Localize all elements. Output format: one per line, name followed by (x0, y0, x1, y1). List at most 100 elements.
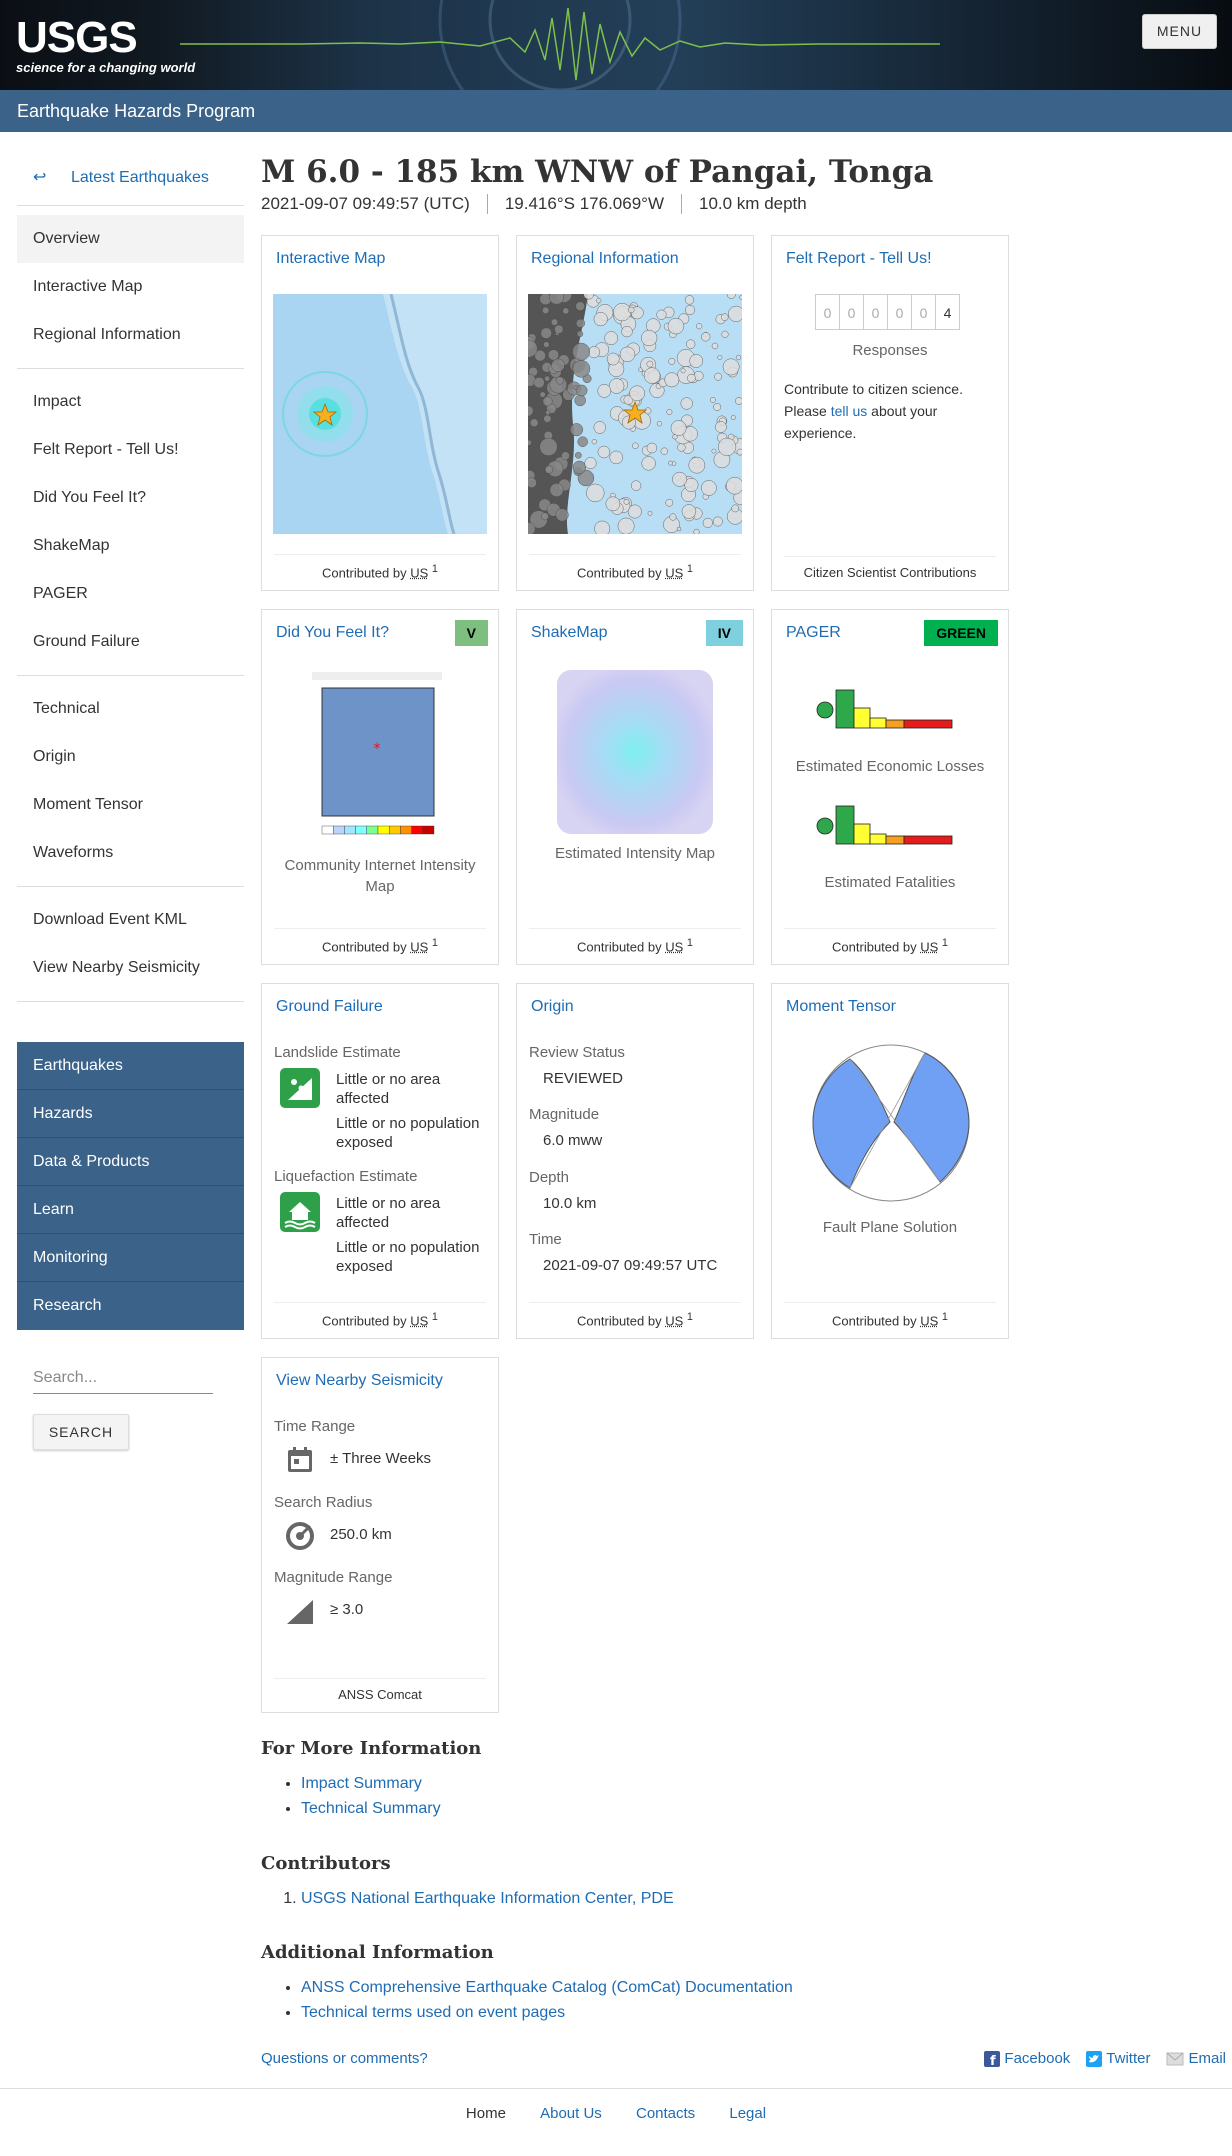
twitter-share[interactable]: Twitter (1086, 2050, 1150, 2067)
nav-learn[interactable]: Learn (17, 1186, 244, 1234)
back-to-latest-earthquakes[interactable]: ↩ Latest Earthquakes (17, 155, 244, 201)
sidebar-item-waveforms[interactable]: Waveforms (17, 829, 244, 877)
contributor-ref[interactable]: 1 (687, 563, 693, 575)
nearby-seismicity-card[interactable]: View Nearby Seismicity Time Range ± Thre… (261, 1357, 499, 1713)
responses-label: Responses (852, 342, 928, 359)
contributor-ref[interactable]: 1 (432, 937, 438, 949)
tell-us-link[interactable]: tell us (831, 403, 868, 419)
moment-tensor-link[interactable]: Moment Tensor (786, 998, 896, 1016)
facebook-link[interactable]: Facebook (1004, 2050, 1070, 2067)
origin-link[interactable]: Origin (531, 998, 574, 1016)
sidebar-item-dyfi[interactable]: Did You Feel It? (17, 474, 244, 522)
page-footer-links: Questions or comments? f Facebook Twitter… (261, 2050, 1226, 2067)
nav-monitoring[interactable]: Monitoring (17, 1234, 244, 1282)
fault-plane-caption: Fault Plane Solution (822, 1219, 958, 1236)
contributor-abbr[interactable]: US (410, 565, 428, 580)
origin-card[interactable]: Origin Review Status REVIEWED Magnitude … (516, 983, 754, 1339)
nav-hazards[interactable]: Hazards (17, 1090, 244, 1138)
shakemap-link[interactable]: ShakeMap (531, 624, 608, 642)
nav-data-products[interactable]: Data & Products (17, 1138, 244, 1186)
email-link[interactable]: Email (1188, 2050, 1226, 2067)
intensity-scale-cell (321, 825, 334, 835)
contributor-abbr[interactable]: US (665, 1313, 683, 1328)
regional-information-card[interactable]: Regional Information Contributed by US 1 (516, 235, 754, 591)
nearby-seismicity-link[interactable]: View Nearby Seismicity (276, 1372, 443, 1390)
dyfi-link[interactable]: Did You Feel It? (276, 624, 389, 642)
contributor-abbr[interactable]: US (665, 939, 683, 954)
contributor-abbr[interactable]: US (920, 939, 938, 954)
questions-link[interactable]: Questions or comments? (261, 2050, 428, 2067)
seismicity-dot (629, 385, 645, 402)
contributor-ref[interactable]: 1 (687, 937, 693, 949)
menu-button[interactable]: MENU (1142, 14, 1217, 49)
regional-information-link[interactable]: Regional Information (531, 250, 679, 268)
twitter-link[interactable]: Twitter (1106, 2050, 1150, 2067)
sidebar-item-download-kml[interactable]: Download Event KML (17, 896, 244, 944)
sidebar-item-pager[interactable]: PAGER (17, 570, 244, 618)
shakemap-caption: Estimated Intensity Map (554, 845, 716, 862)
shakemap-thumbnail[interactable] (555, 668, 715, 836)
search-input[interactable] (33, 1362, 213, 1394)
site-nav: Earthquakes Hazards Data & Products Lear… (17, 1042, 244, 1330)
contributor-abbr[interactable]: US (410, 1313, 428, 1328)
interactive-map-thumbnail[interactable] (273, 294, 487, 534)
dyfi-card[interactable]: Did You Feel It? V * Community Internet … (261, 609, 499, 965)
contributor-abbr[interactable]: US (665, 565, 683, 580)
contributor-ref[interactable]: 1 (432, 563, 438, 575)
pager-card[interactable]: PAGER GREEN Estimated Economic Losses Es… (771, 609, 1009, 965)
moment-tensor-footer: Contributed by US 1 (784, 1301, 996, 1328)
footer-contacts-link[interactable]: Contacts (636, 2105, 695, 2122)
sidebar-item-overview[interactable]: Overview (17, 215, 244, 263)
search-button[interactable]: SEARCH (33, 1414, 129, 1450)
interactive-map-card[interactable]: Interactive Map Contributed by US 1 (261, 235, 499, 591)
contributor-ref[interactable]: 1 (942, 1311, 948, 1323)
dyfi-map-thumbnail[interactable]: * (312, 670, 442, 840)
contributor-ref[interactable]: 1 (942, 937, 948, 949)
footer-legal-link[interactable]: Legal (729, 2105, 766, 2122)
sidebar-item-impact[interactable]: Impact (17, 378, 244, 426)
technical-summary-link[interactable]: Technical Summary (301, 1800, 441, 1817)
left-arrow-icon: ↩ (33, 169, 47, 186)
email-share[interactable]: Email (1166, 2050, 1226, 2067)
impact-summary-link[interactable]: Impact Summary (301, 1775, 422, 1792)
email-icon (1166, 2052, 1184, 2065)
moment-tensor-card[interactable]: Moment Tensor Fault Plane Solution Contr… (771, 983, 1009, 1339)
nav-research[interactable]: Research (17, 1282, 244, 1330)
contributor-abbr[interactable]: US (920, 1313, 938, 1328)
ground-failure-card[interactable]: Ground Failure Landslide Estimate Little… (261, 983, 499, 1339)
sidebar-item-regional-information[interactable]: Regional Information (17, 311, 244, 359)
technical-terms-link[interactable]: Technical terms used on event pages (301, 2004, 565, 2021)
contributor-link[interactable]: USGS National Earthquake Information Cen… (301, 1890, 674, 1907)
sidebar-item-technical[interactable]: Technical (17, 685, 244, 733)
section-title[interactable]: Earthquake Hazards Program (0, 90, 1232, 132)
comcat-docs-link[interactable]: ANSS Comprehensive Earthquake Catalog (C… (301, 1979, 793, 1996)
nav-earthquakes[interactable]: Earthquakes (17, 1042, 244, 1090)
felt-report-link[interactable]: Felt Report - Tell Us! (786, 250, 932, 268)
facebook-share[interactable]: f Facebook (984, 2050, 1070, 2067)
interactive-map-link[interactable]: Interactive Map (276, 250, 385, 268)
seismicity-dot (574, 394, 586, 407)
beachball-diagram[interactable] (810, 1042, 972, 1204)
magnitude-range-label: Magnitude Range (274, 1569, 393, 1586)
sidebar-item-origin[interactable]: Origin (17, 733, 244, 781)
footer-home-link[interactable]: Home (466, 2105, 506, 2122)
contributor-ref[interactable]: 1 (687, 1311, 693, 1323)
seismicity-dot (696, 323, 703, 330)
pager-link[interactable]: PAGER (786, 624, 841, 642)
usgs-logo[interactable]: USGS science for a changing world (16, 16, 195, 76)
contributor-ref[interactable]: 1 (432, 1311, 438, 1323)
sidebar-item-felt-report[interactable]: Felt Report - Tell Us! (17, 426, 244, 474)
sidebar-item-interactive-map[interactable]: Interactive Map (17, 263, 244, 311)
regional-map-thumbnail[interactable] (528, 294, 742, 534)
shakemap-card[interactable]: ShakeMap IV Estimated Intensity Map Cont… (516, 609, 754, 965)
ground-failure-link[interactable]: Ground Failure (276, 998, 383, 1016)
felt-report-card[interactable]: Felt Report - Tell Us! 000004 Responses … (771, 235, 1009, 591)
contributor-abbr[interactable]: US (410, 939, 428, 954)
sidebar-item-shakemap[interactable]: ShakeMap (17, 522, 244, 570)
fatalities-histogram[interactable] (816, 794, 966, 858)
sidebar-item-ground-failure[interactable]: Ground Failure (17, 618, 244, 666)
sidebar-item-nearby-seismicity[interactable]: View Nearby Seismicity (17, 944, 244, 992)
footer-about-link[interactable]: About Us (540, 2105, 602, 2122)
economic-losses-histogram[interactable] (816, 678, 966, 742)
sidebar-item-moment-tensor[interactable]: Moment Tensor (17, 781, 244, 829)
